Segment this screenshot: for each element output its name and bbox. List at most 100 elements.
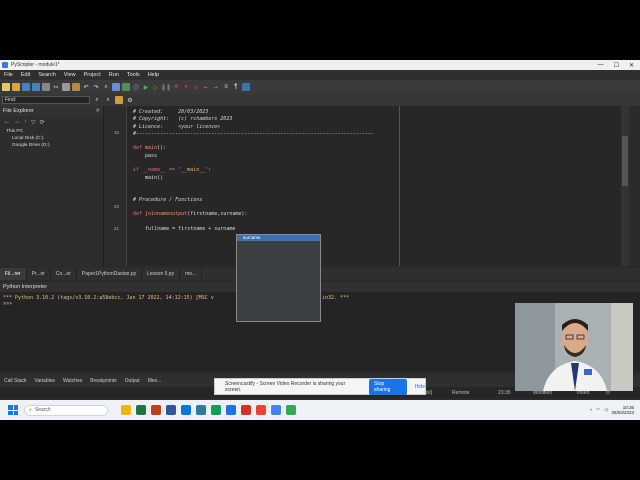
tree-item-google-drive[interactable]: Google Drive (G:) xyxy=(6,142,103,149)
code-function-name: joinnameoutput xyxy=(145,211,188,218)
menu-project[interactable]: Project xyxy=(80,72,105,78)
find-input[interactable]: Find: xyxy=(2,96,90,104)
screen-share-banner: Screencastify - Screen Video Recorder is… xyxy=(214,378,426,395)
breakpoint-icon[interactable]: ● xyxy=(182,83,190,91)
code-keyword: def xyxy=(133,211,146,218)
file-explorer-panel: File Explorer ✕ ← → ↑ ▽ ⟳ This PC Local … xyxy=(0,106,104,266)
menu-edit[interactable]: Edit xyxy=(17,72,34,78)
code-text[interactable]: # Created: 28/03/2023 # Copyright: (c) r… xyxy=(133,109,374,233)
explorer-forward-icon[interactable]: → xyxy=(14,119,20,125)
taskbar-app-icon[interactable] xyxy=(271,405,281,415)
tab-lesson5[interactable]: Lesson 5.py xyxy=(142,268,181,280)
menu-file[interactable]: File xyxy=(0,72,17,78)
tab-breakpoints[interactable]: Breakpoints xyxy=(90,378,116,384)
tree-item-this-pc[interactable]: This PC xyxy=(6,128,103,135)
clear-breakpoints-icon[interactable]: ⊘ xyxy=(192,83,200,91)
minimize-button[interactable]: — xyxy=(598,62,604,69)
code-string: '__main__' xyxy=(178,167,209,174)
taskbar-app-icon[interactable] xyxy=(226,405,236,415)
highlight-icon[interactable] xyxy=(115,96,123,104)
save-all-icon[interactable] xyxy=(32,83,40,91)
explorer-up-icon[interactable]: ↑ xyxy=(24,119,27,125)
code-line: # Copyright: (c) rchambers 2023 xyxy=(133,116,233,123)
code-line: # Licence: <your licence> xyxy=(133,123,221,130)
tab-watches[interactable]: Watches xyxy=(63,378,82,384)
debug-icon[interactable]: ▷ xyxy=(152,83,160,91)
find-prev-icon[interactable]: ⌕ xyxy=(104,96,112,104)
settings-gear-icon[interactable]: ⚙ xyxy=(126,96,134,104)
taskbar-app-icon[interactable] xyxy=(256,405,266,415)
autocomplete-item-selected[interactable]: surname xyxy=(237,235,320,241)
tab-paper1[interactable]: Paper1PythonDastan.py xyxy=(77,268,143,280)
menu-run[interactable]: Run xyxy=(105,72,123,78)
find-next-icon[interactable]: ⌕ xyxy=(93,96,101,104)
explorer-back-icon[interactable]: ← xyxy=(4,119,10,125)
pause-icon[interactable]: ❚❚ xyxy=(161,83,171,91)
list-icon[interactable]: ≡ xyxy=(222,83,230,91)
tab-file-explorer[interactable]: Fil...rer xyxy=(0,268,27,280)
cut-icon[interactable]: ✂ xyxy=(52,83,60,91)
file-explorer-title: File Explorer xyxy=(3,108,34,114)
undo-icon[interactable]: ↶ xyxy=(82,83,90,91)
maximize-button[interactable]: ☐ xyxy=(614,62,619,69)
taskbar-app-icon[interactable] xyxy=(181,405,191,415)
run-icon[interactable]: ▶ xyxy=(142,83,150,91)
new-file-icon[interactable] xyxy=(2,83,10,91)
tab-variables[interactable]: Variables xyxy=(35,378,55,384)
file-explorer-close-icon[interactable]: ✕ xyxy=(95,108,103,114)
tab-output[interactable]: Output xyxy=(125,378,140,384)
taskbar-app-icon[interactable] xyxy=(121,405,131,415)
taskbar-app-icon[interactable] xyxy=(151,405,161,415)
autocomplete-popup[interactable]: surname xyxy=(236,234,321,322)
back-icon[interactable]: ← xyxy=(202,83,210,91)
code-keyword: def xyxy=(133,145,146,152)
taskbar-app-icon[interactable] xyxy=(196,405,206,415)
explorer-filter-icon[interactable]: ▽ xyxy=(31,119,36,126)
menu-help[interactable]: Help xyxy=(144,72,163,78)
python-icon[interactable] xyxy=(242,83,250,91)
paste-icon[interactable] xyxy=(72,83,80,91)
stop-sharing-button[interactable]: Stop sharing xyxy=(369,378,407,395)
tab-module[interactable]: mo... xyxy=(180,268,203,280)
taskbar-app-icon[interactable] xyxy=(241,405,251,415)
forward-icon[interactable]: → xyxy=(212,83,220,91)
menu-tools[interactable]: Tools xyxy=(123,72,144,78)
copy-icon[interactable] xyxy=(62,83,70,91)
tab-call-stack[interactable]: Call Stack xyxy=(4,378,27,384)
menu-search[interactable]: Search xyxy=(34,72,59,78)
chevron-up-icon[interactable]: ^ xyxy=(590,408,592,413)
taskbar-search[interactable]: ⌕ Search xyxy=(24,404,108,416)
pilcrow-icon[interactable]: ¶ xyxy=(232,83,240,91)
taskbar-app-icon[interactable] xyxy=(286,405,296,415)
editor-scrollbar[interactable] xyxy=(621,106,629,266)
line-gutter: 10 20 21 xyxy=(105,106,127,266)
clock[interactable]: 10:36 28/03/2023 xyxy=(611,405,634,415)
info-icon[interactable]: ⓘ xyxy=(132,83,140,92)
code-line: #---------------------------------------… xyxy=(133,130,374,137)
redo-icon[interactable]: ↷ xyxy=(92,83,100,91)
tab-messages[interactable]: Mes... xyxy=(148,378,162,384)
close-button[interactable]: ✕ xyxy=(629,62,634,69)
taskbar-app-icon[interactable] xyxy=(211,405,221,415)
windows-start-icon[interactable] xyxy=(8,405,18,415)
taskbar-app-icon[interactable] xyxy=(136,405,146,415)
tree-item-local-disk[interactable]: Local Disk (C:) xyxy=(6,135,103,142)
hide-link[interactable]: Hide xyxy=(415,384,425,390)
replace-icon[interactable] xyxy=(112,83,120,91)
volume-icon[interactable]: ◁ xyxy=(604,407,607,413)
open-folder-icon[interactable] xyxy=(12,83,20,91)
code-editor[interactable]: 10 20 21 # Created: 28/03/2023 # Copyrig… xyxy=(105,106,629,266)
stop-icon[interactable]: ■ xyxy=(172,83,180,91)
scrollbar-thumb[interactable] xyxy=(622,136,628,186)
tab-project-explorer[interactable]: Pr...er xyxy=(27,268,51,280)
taskbar-app-icon[interactable] xyxy=(166,405,176,415)
wifi-icon[interactable]: ◠ xyxy=(596,407,600,413)
print-icon[interactable] xyxy=(42,83,50,91)
find-icon[interactable]: ⌕ xyxy=(102,83,110,91)
layout-icon[interactable] xyxy=(122,83,130,91)
right-margin-line xyxy=(399,106,400,266)
save-icon[interactable] xyxy=(22,83,30,91)
tab-code-explorer[interactable]: Co...er xyxy=(51,268,77,280)
explorer-refresh-icon[interactable]: ⟳ xyxy=(40,119,45,126)
menu-view[interactable]: View xyxy=(60,72,80,78)
